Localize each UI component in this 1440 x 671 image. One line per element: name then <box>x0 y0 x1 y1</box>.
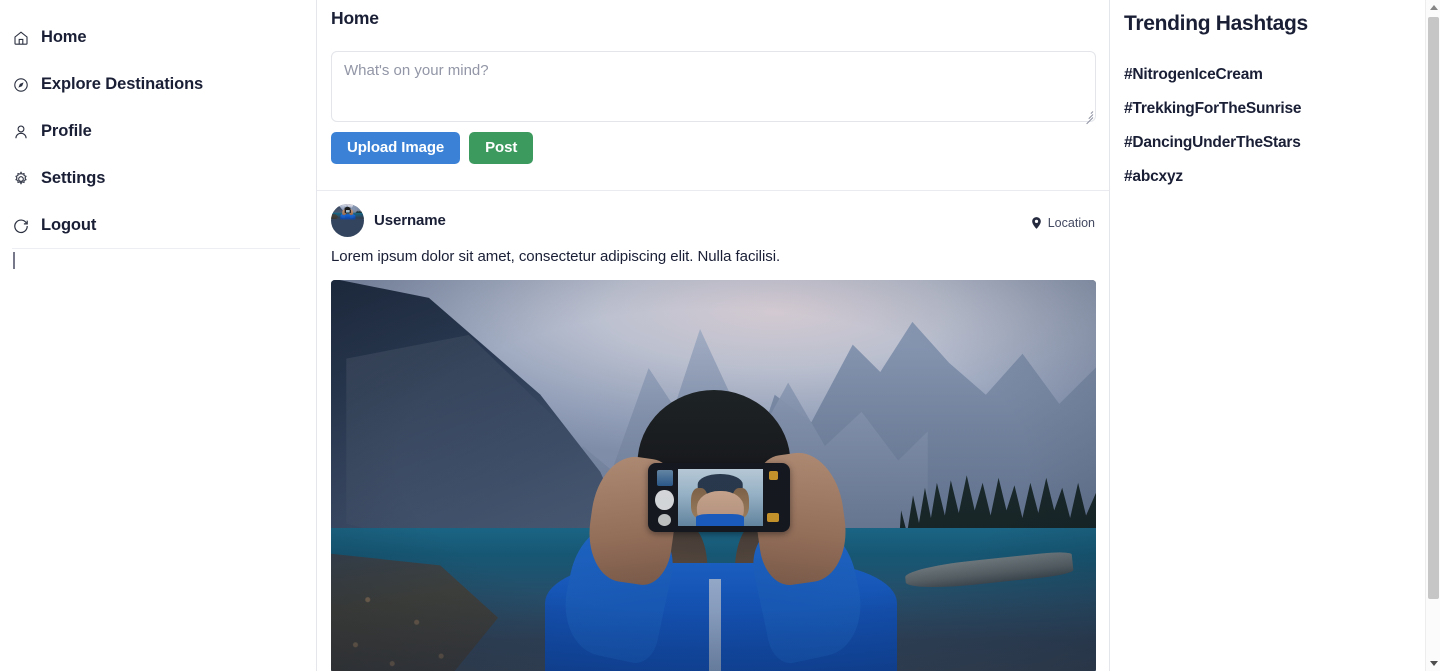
sidebar: Home Explore Destinations Profile Settin… <box>0 0 317 671</box>
logout-icon <box>12 217 29 234</box>
page-scrollbar[interactable] <box>1425 0 1440 671</box>
photo-vignette <box>331 280 1096 671</box>
sidebar-item-logout[interactable]: Logout <box>0 202 316 249</box>
hashtag-item[interactable]: #DancingUnderTheStars <box>1124 134 1440 152</box>
sidebar-item-label: Settings <box>41 169 106 188</box>
avatar-image <box>331 204 364 237</box>
scroll-up-arrow-icon[interactable] <box>1426 0 1440 15</box>
feed-column: Home Upload Image Post <box>317 0 1110 671</box>
post-location-label: Location <box>1047 216 1095 230</box>
scrollbar-thumb[interactable] <box>1428 17 1439 599</box>
app-root: Home Explore Destinations Profile Settin… <box>0 0 1440 671</box>
sidebar-item-label: Explore Destinations <box>41 75 204 94</box>
sidebar-divider <box>12 248 300 249</box>
composer: Upload Image Post <box>317 29 1109 164</box>
trending-panel: Trending Hashtags #NitrogenIceCream #Tre… <box>1110 0 1440 671</box>
sidebar-item-settings[interactable]: Settings <box>0 155 316 202</box>
gear-icon <box>12 170 29 187</box>
avatar[interactable] <box>331 204 364 237</box>
post-body-text: Lorem ipsum dolor sit amet, consectetur … <box>331 248 781 265</box>
user-icon <box>12 123 29 140</box>
sidebar-item-label: Profile <box>41 122 92 141</box>
sidebar-item-explore-destinations[interactable]: Explore Destinations <box>0 61 316 108</box>
trending-title: Trending Hashtags <box>1124 12 1308 35</box>
hashtag-item[interactable]: #NitrogenIceCream <box>1124 66 1440 84</box>
composer-actions: Upload Image Post <box>331 132 1095 164</box>
post-header: Username Location <box>331 204 1095 237</box>
post-button[interactable]: Post <box>469 132 534 164</box>
page-title: Home <box>331 8 379 28</box>
scroll-down-arrow-icon[interactable] <box>1426 656 1440 671</box>
hashtag-item[interactable]: #TrekkingForTheSunrise <box>1124 100 1440 118</box>
post-image[interactable] <box>331 280 1096 671</box>
composer-input-wrap <box>331 51 1096 125</box>
post-text-input[interactable] <box>331 51 1096 122</box>
sidebar-item-label: Logout <box>41 216 97 235</box>
post-location: Location <box>1031 211 1095 230</box>
sidebar-item-profile[interactable]: Profile <box>0 108 316 155</box>
sidebar-item-label: Home <box>41 28 87 47</box>
home-icon <box>12 29 29 46</box>
compass-icon <box>12 76 29 93</box>
map-pin-icon <box>1031 217 1041 229</box>
text-caret <box>13 252 15 269</box>
hashtag-item[interactable]: #abcxyz <box>1124 168 1440 186</box>
post-username[interactable]: Username <box>374 212 446 229</box>
post-card: Username Location Lorem ipsum dolor sit … <box>317 190 1109 671</box>
upload-image-button[interactable]: Upload Image <box>331 132 461 164</box>
sidebar-item-home[interactable]: Home <box>0 14 316 61</box>
